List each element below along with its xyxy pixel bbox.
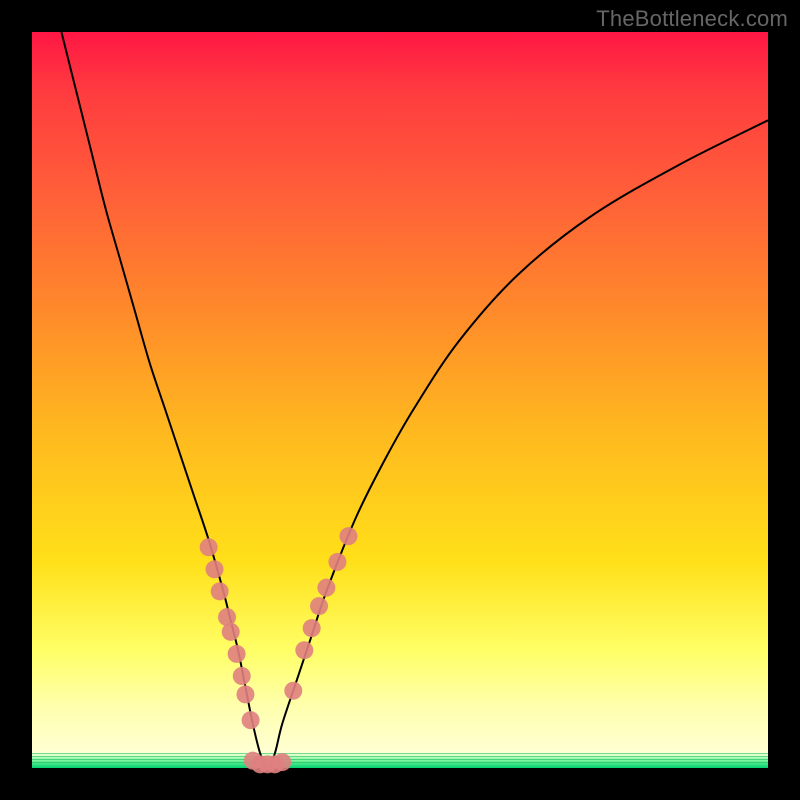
chart-container: TheBottleneck.com bbox=[0, 0, 800, 800]
data-marker bbox=[233, 667, 251, 685]
data-marker bbox=[317, 579, 335, 597]
data-marker bbox=[242, 711, 260, 729]
bottleneck-curve bbox=[61, 32, 768, 768]
data-marker bbox=[284, 682, 302, 700]
data-marker bbox=[328, 553, 346, 571]
watermark-text: TheBottleneck.com bbox=[596, 6, 788, 32]
data-marker bbox=[339, 527, 357, 545]
data-marker bbox=[295, 641, 313, 659]
data-marker bbox=[222, 623, 240, 641]
chart-svg bbox=[32, 32, 768, 768]
data-marker bbox=[303, 619, 321, 637]
data-marker bbox=[273, 753, 291, 771]
plot-area bbox=[32, 32, 768, 768]
data-marker bbox=[228, 645, 246, 663]
data-marker bbox=[200, 538, 218, 556]
data-marker bbox=[206, 560, 224, 578]
data-marker bbox=[310, 597, 328, 615]
data-marker bbox=[236, 685, 254, 703]
data-marker bbox=[211, 582, 229, 600]
